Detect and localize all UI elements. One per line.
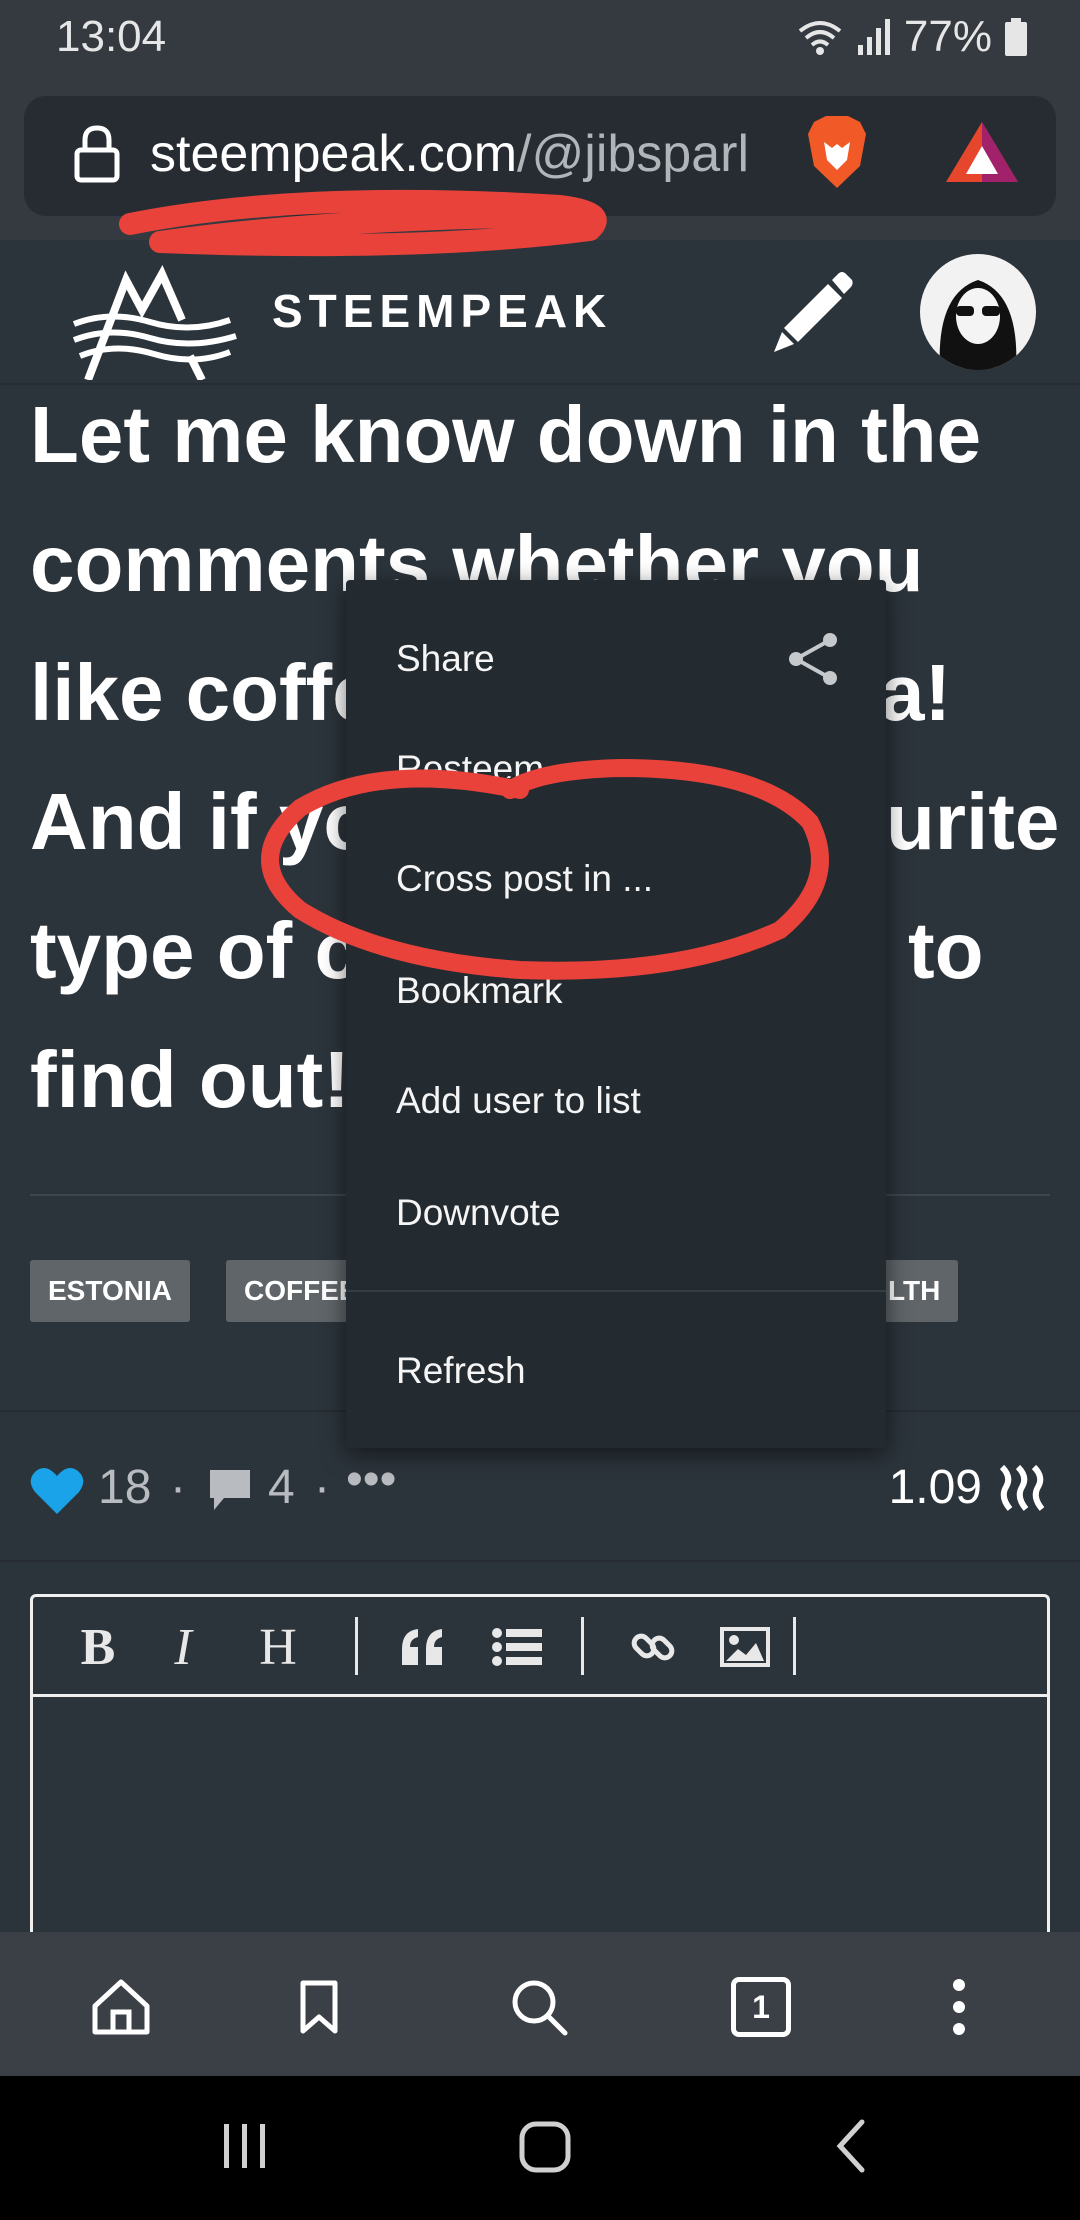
quote-button[interactable]: [393, 1617, 453, 1677]
browser-bottom-nav: 1: [0, 1932, 1080, 2076]
recent-apps-icon[interactable]: [220, 2116, 270, 2176]
kebab-menu-icon: [953, 1979, 965, 2035]
brave-shield-icon[interactable]: [802, 112, 872, 192]
comment-editor[interactable]: B I H: [30, 1594, 1050, 1944]
browser-menu-button[interactable]: [924, 1972, 994, 2042]
menu-item-refresh[interactable]: Refresh: [396, 1350, 526, 1392]
post-context-menu: Share Resteem Cross post in ... Bookmark…: [346, 580, 886, 1448]
system-home-icon[interactable]: [516, 2116, 576, 2176]
menu-item-bookmark[interactable]: Bookmark: [396, 970, 563, 1012]
post-stats: 18 · 4 · ••• 1.09: [30, 1450, 1050, 1530]
menu-item-resteem[interactable]: Resteem: [396, 748, 544, 778]
share-icon[interactable]: [786, 632, 840, 686]
italic-button[interactable]: I: [163, 1617, 203, 1677]
menu-item-share[interactable]: Share: [396, 638, 495, 680]
url-path: /@jibsparl: [517, 125, 750, 183]
status-bar: 13:04 77%: [0, 0, 1080, 80]
battery-percent: 77%: [903, 12, 992, 61]
status-time: 13:04: [56, 12, 167, 61]
battery-icon: [1005, 18, 1027, 56]
payout[interactable]: 1.09: [889, 1460, 1050, 1515]
avatar-image: [939, 280, 1017, 370]
search-button[interactable]: [504, 1972, 574, 2042]
image-button[interactable]: [715, 1617, 775, 1677]
section-divider: [0, 1560, 1080, 1562]
home-icon: [92, 1979, 150, 2035]
heading-button[interactable]: H: [253, 1617, 303, 1677]
tag-estonia[interactable]: ESTONIA: [30, 1260, 190, 1322]
list-button[interactable]: [487, 1617, 547, 1677]
bookmark-button[interactable]: [284, 1972, 354, 2042]
link-button[interactable]: [623, 1617, 683, 1677]
menu-item-add-user-to-list[interactable]: Add user to list: [396, 1080, 641, 1122]
address-bar[interactable]: steempeak.com/@jibsparl: [24, 96, 1056, 216]
link-icon: [631, 1633, 675, 1661]
editor-toolbar: B I H: [33, 1597, 1047, 1697]
back-icon[interactable]: [830, 2116, 870, 2176]
bookmark-icon: [300, 1980, 338, 2034]
menu-item-cross-post[interactable]: Cross post in ...: [396, 858, 653, 900]
steem-icon: [999, 1464, 1045, 1511]
home-button[interactable]: [86, 1972, 156, 2042]
lock-icon: [74, 125, 120, 183]
site-header: STEEMPEAK: [0, 240, 1080, 385]
toolbar-separator: [581, 1617, 584, 1675]
image-icon: [720, 1627, 770, 1667]
bold-button[interactable]: B: [73, 1617, 123, 1677]
heart-icon[interactable]: [30, 1466, 84, 1516]
stat-separator: ·: [314, 1461, 330, 1514]
quote-icon: [402, 1629, 442, 1665]
menu-divider: [346, 1290, 886, 1292]
url-host: steempeak.com: [150, 125, 518, 183]
menu-item-downvote[interactable]: Downvote: [396, 1192, 561, 1234]
search-icon: [512, 1980, 568, 2036]
url-text[interactable]: steempeak.com/@jibsparl: [150, 124, 800, 184]
list-icon: [492, 1628, 542, 1666]
comment-count[interactable]: 4: [268, 1460, 295, 1515]
tab-count: 1: [731, 1977, 791, 2037]
toolbar-separator: [355, 1617, 358, 1675]
system-nav-bar: [0, 2076, 1080, 2220]
tabs-button[interactable]: 1: [726, 1972, 796, 2042]
wifi-icon: [798, 21, 842, 55]
steempeak-logo-icon[interactable]: [70, 260, 240, 380]
vote-count[interactable]: 18: [98, 1460, 151, 1515]
stat-separator: ·: [170, 1461, 186, 1514]
pencil-icon[interactable]: [770, 270, 854, 354]
site-logo-text[interactable]: STEEMPEAK: [272, 284, 612, 338]
comment-icon[interactable]: [206, 1466, 254, 1514]
bat-rewards-icon[interactable]: [944, 120, 1020, 184]
status-indicators: 77%: [796, 12, 1028, 62]
browser-toolbar: steempeak.com/@jibsparl: [0, 80, 1080, 240]
post-line: Let me know down in the: [30, 390, 982, 479]
user-avatar[interactable]: [920, 254, 1036, 370]
signal-icon: [857, 19, 890, 55]
payout-value: 1.09: [888, 1461, 982, 1514]
more-options-button[interactable]: •••: [346, 1452, 396, 1507]
toolbar-separator: [793, 1617, 796, 1675]
